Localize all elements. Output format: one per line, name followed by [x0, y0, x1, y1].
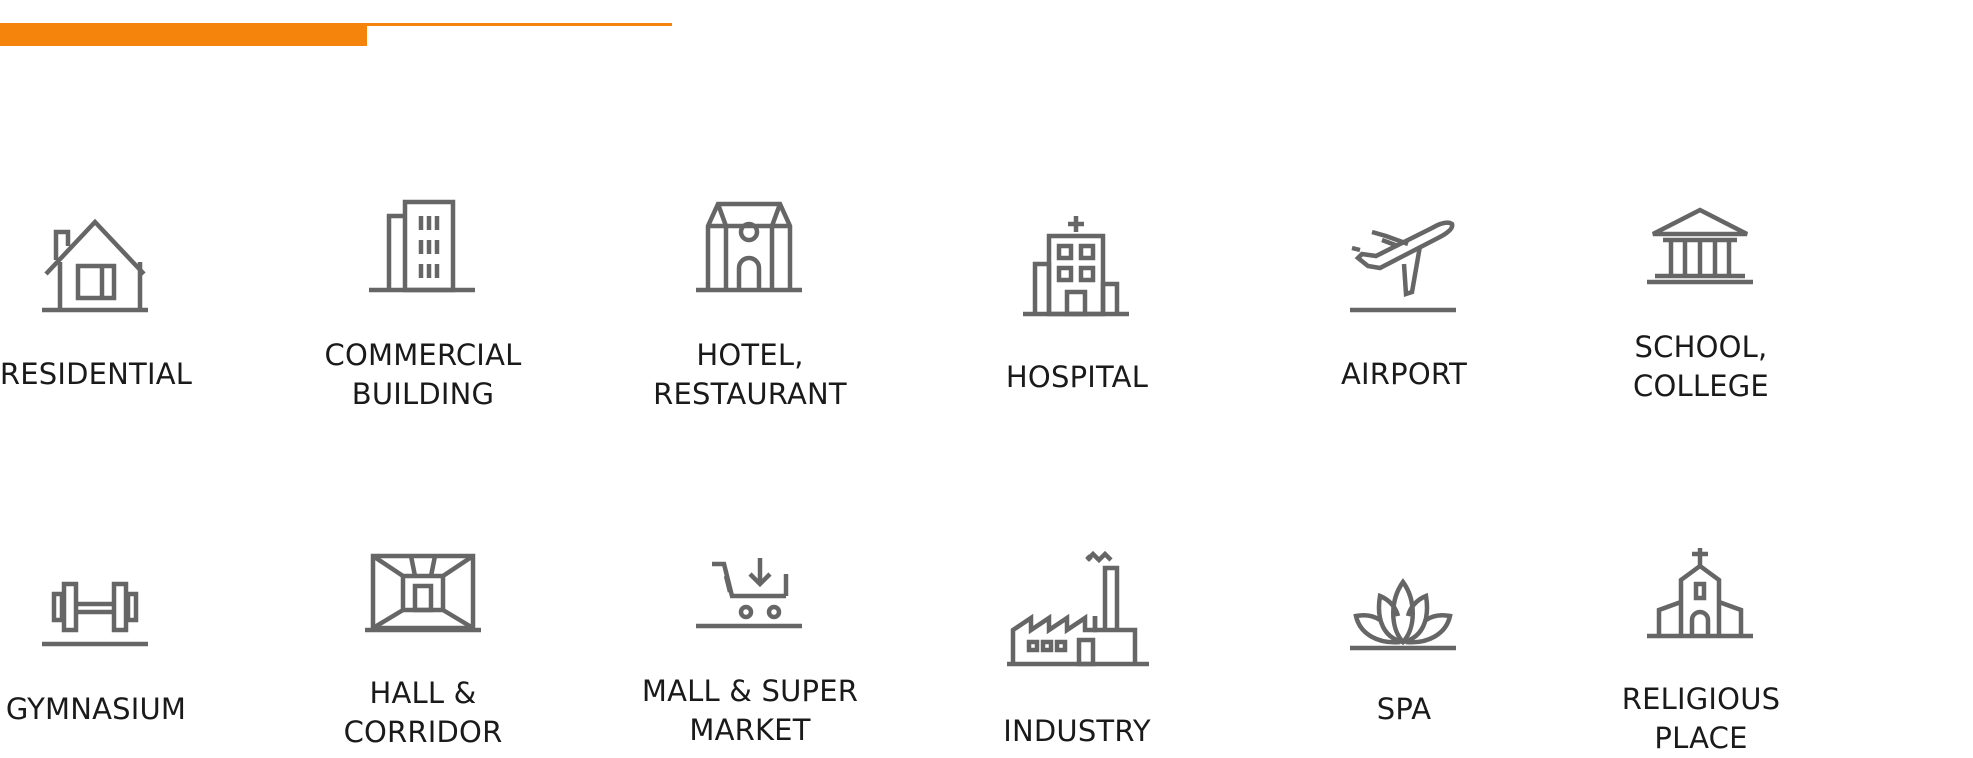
house-icon [42, 218, 148, 313]
label-mall-supermarket: MALL & SUPER MARKET [641, 674, 859, 747]
hospital-icon [1023, 216, 1129, 317]
label-hotel-restaurant: HOTEL, RESTAURANT [653, 338, 847, 411]
label-school-college: SCHOOL, COLLEGE [1633, 330, 1769, 403]
label-gymnasium: GYMNASIUM [5, 692, 187, 726]
label-religious-place: RELIGIOUS PLACE [1621, 682, 1781, 755]
church-icon [1647, 548, 1753, 639]
dumbbell-icon [42, 581, 148, 647]
office-building-icon [369, 199, 475, 293]
label-hall-corridor: HALL & CORRIDOR [343, 676, 503, 749]
label-airport: AIRPORT [1340, 357, 1467, 391]
accent-bar [0, 25, 367, 46]
label-residential: RESIDENTIAL [0, 357, 193, 391]
shopping-cart-icon [696, 558, 802, 629]
airplane-icon [1350, 220, 1456, 313]
hotel-icon [696, 201, 802, 293]
hall-corridor-icon [365, 553, 481, 633]
label-commercial-building: COMMERCIAL BUILDING [324, 338, 522, 411]
school-icon [1647, 207, 1753, 285]
lotus-icon [1350, 578, 1456, 651]
factory-icon [1007, 550, 1149, 667]
label-spa: SPA [1376, 692, 1432, 726]
label-industry: INDUSTRY [1003, 714, 1151, 748]
label-hospital: HOSPITAL [1005, 360, 1149, 394]
